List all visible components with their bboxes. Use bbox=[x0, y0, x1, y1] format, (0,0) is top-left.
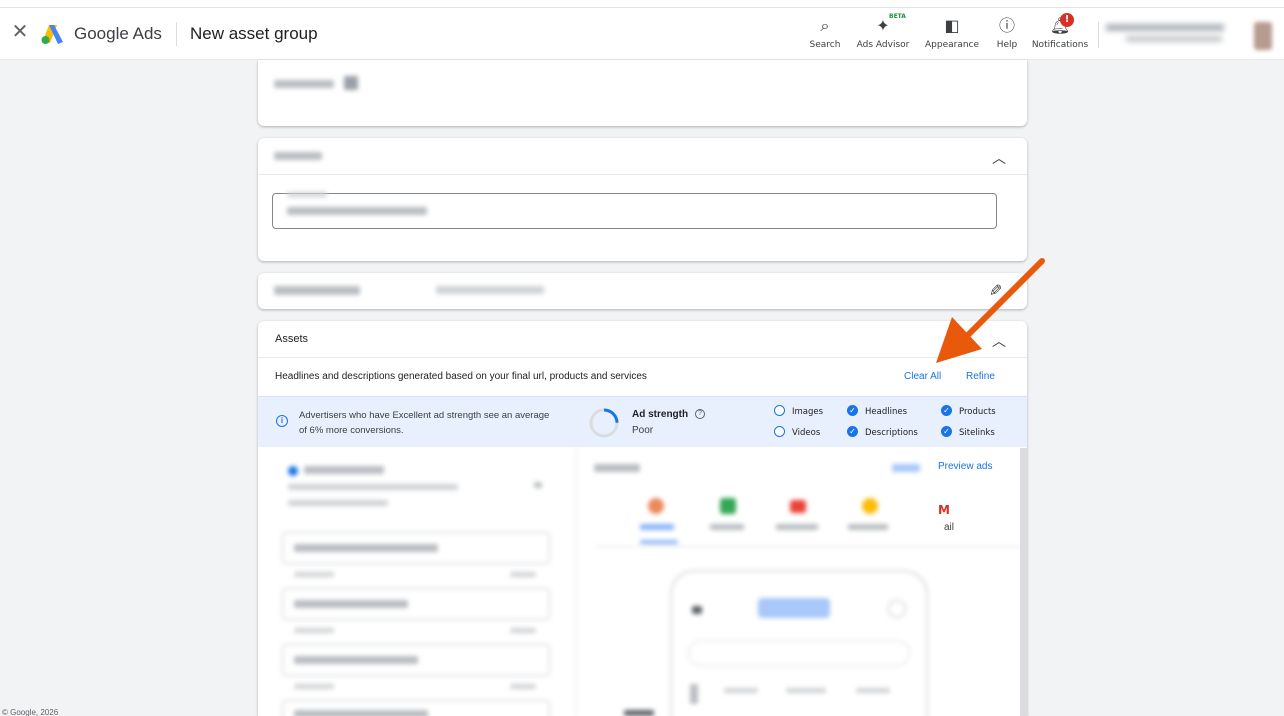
beta-badge: BETA bbox=[889, 13, 906, 20]
notifications-label: Notifications bbox=[1031, 40, 1089, 50]
assets-subtitle: Headlines and descriptions generated bas… bbox=[275, 371, 647, 382]
check-circle-icon: ✓ bbox=[847, 405, 858, 416]
search-tool[interactable]: ⌕ Search bbox=[808, 15, 842, 50]
check-circle-icon: ✓ bbox=[941, 405, 952, 416]
appearance-label: Appearance bbox=[925, 40, 980, 50]
ads-advisor-tool[interactable]: ✦ BETA Ads Advisor bbox=[855, 13, 911, 50]
google-ads-logo bbox=[41, 25, 63, 44]
scrollbar[interactable] bbox=[1020, 448, 1027, 716]
appearance-icon: ◧ bbox=[944, 16, 960, 35]
gmail-tab-label[interactable]: ail bbox=[944, 522, 954, 533]
ad-strength-panel: i Advertisers who have Excellent ad stre… bbox=[258, 396, 1027, 447]
close-icon[interactable]: ✕ bbox=[10, 22, 30, 42]
empty-circle-icon bbox=[774, 426, 785, 437]
preview-ads-button[interactable]: Preview ads bbox=[938, 461, 992, 472]
help-icon: ⓘ bbox=[998, 16, 1015, 35]
header-divider bbox=[176, 22, 177, 46]
ad-strength-ring bbox=[589, 408, 619, 438]
ads-advisor-label: Ads Advisor bbox=[856, 40, 910, 50]
checklist-images: Images bbox=[774, 405, 823, 417]
checklist-sitelinks: ✓ Sitelinks bbox=[941, 426, 995, 438]
help-tool[interactable]: ⓘ Help bbox=[995, 15, 1019, 50]
notifications-tool[interactable]: 🔔︎ ! Notifications bbox=[1030, 13, 1090, 50]
checklist-products: ✓ Products bbox=[941, 405, 996, 417]
app-header: ✕ Google Ads New asset group ⌕ Search ✦ … bbox=[0, 8, 1284, 60]
checklist-videos: Videos bbox=[774, 426, 820, 438]
footer-copyright: © Google, 2026 bbox=[2, 708, 59, 716]
assets-editor-area: Preview ads M ail bbox=[258, 448, 1027, 716]
refine-button[interactable]: Refine bbox=[966, 371, 995, 382]
final-url-field[interactable] bbox=[272, 192, 997, 229]
info-text: Advertisers who have Excellent ad streng… bbox=[299, 410, 550, 436]
search-label: Search bbox=[809, 40, 841, 50]
check-circle-icon: ✓ bbox=[847, 426, 858, 437]
ad-strength-value: Poor bbox=[632, 425, 654, 436]
chevron-up-icon[interactable]: ︿ bbox=[992, 148, 1006, 168]
notification-badge: ! bbox=[1060, 13, 1074, 27]
gmail-icon[interactable]: M bbox=[938, 503, 950, 517]
empty-circle-icon bbox=[774, 405, 785, 416]
clear-all-button[interactable]: Clear All bbox=[904, 371, 941, 382]
header-divider-2 bbox=[1098, 22, 1099, 48]
ad-strength-label: Ad strength bbox=[632, 409, 689, 420]
assets-card: Assets ︿ Headlines and descriptions gene… bbox=[258, 321, 1027, 716]
account-info[interactable] bbox=[1106, 24, 1236, 46]
assets-title: Assets bbox=[275, 333, 309, 345]
page-title: New asset group bbox=[190, 24, 318, 43]
info-icon: i bbox=[276, 415, 288, 427]
checklist-headlines: ✓ Headlines bbox=[847, 405, 907, 417]
brand-name: Google Ads bbox=[74, 24, 162, 43]
check-circle-icon: ✓ bbox=[941, 426, 952, 437]
avatar[interactable] bbox=[1254, 22, 1272, 50]
search-icon: ⌕ bbox=[820, 16, 830, 35]
bid-settings-card: ✎ bbox=[258, 273, 1027, 309]
final-url-card: ︿ bbox=[258, 138, 1027, 261]
asset-group-name-card bbox=[258, 60, 1027, 126]
appearance-tool[interactable]: ◧ Appearance bbox=[925, 15, 979, 50]
help-icon[interactable]: ? bbox=[695, 409, 705, 419]
annotation-arrow bbox=[936, 258, 1045, 363]
help-label: Help bbox=[996, 40, 1018, 50]
checklist-descriptions: ✓ Descriptions bbox=[847, 426, 918, 438]
top-strip bbox=[0, 0, 1284, 8]
